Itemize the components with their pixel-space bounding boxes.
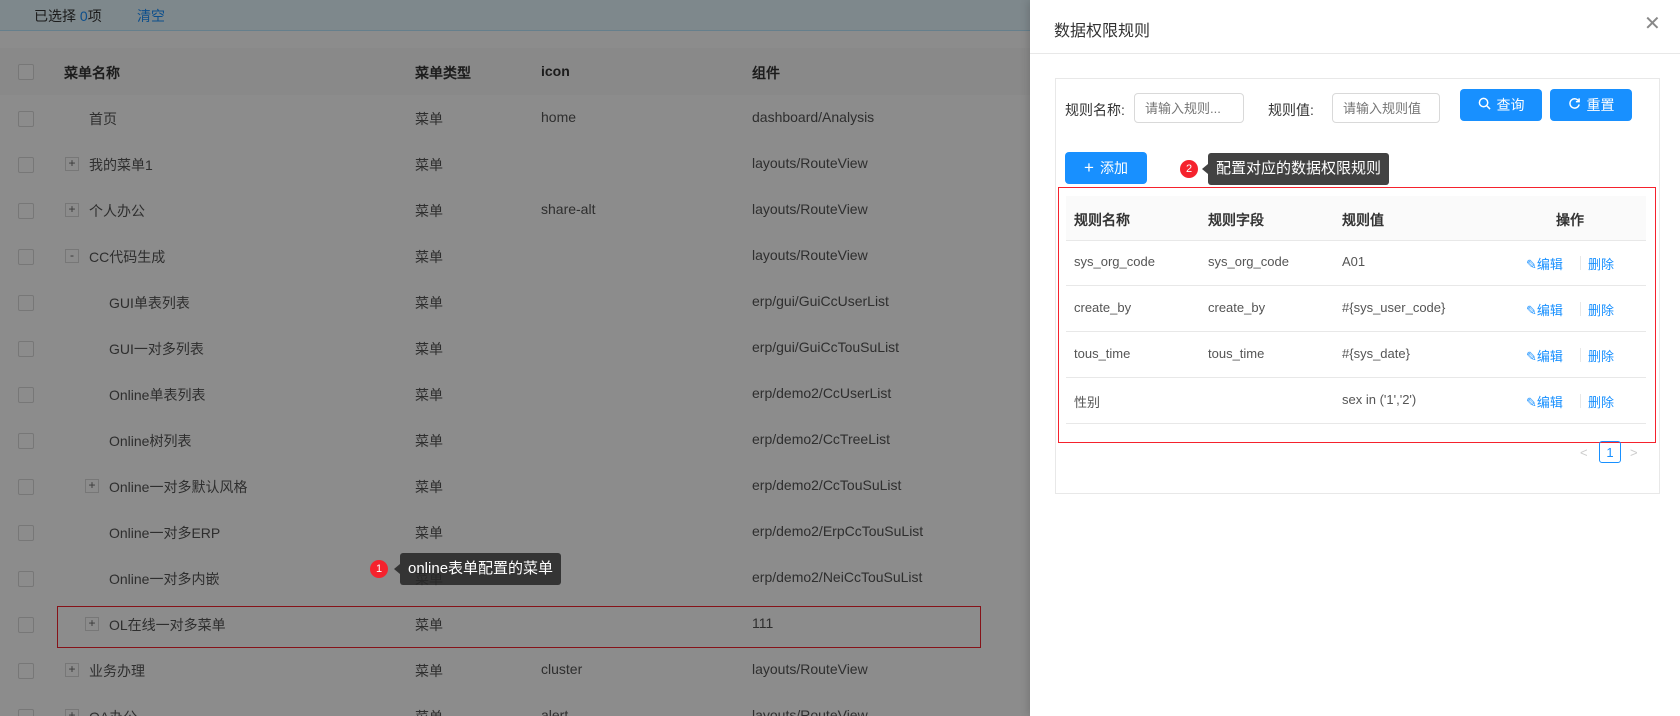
reset-button-label: 重置 xyxy=(1586,97,1615,113)
drawer-header: 数据权限规则 ✕ xyxy=(1030,0,1680,54)
callout-1-badge: 1 xyxy=(370,560,388,578)
add-rule-button-label: 添加 xyxy=(1099,160,1128,176)
close-icon[interactable]: ✕ xyxy=(1644,14,1661,34)
callout-2-badge: 2 xyxy=(1180,160,1198,178)
plus-icon: + xyxy=(1084,158,1094,177)
callout-2-tooltip: 配置对应的数据权限规则 xyxy=(1201,153,1390,185)
search-icon xyxy=(1478,89,1491,121)
reset-button[interactable]: 重置 xyxy=(1550,89,1632,121)
rule-value-input[interactable] xyxy=(1332,93,1440,123)
rule-name-label: 规则名称: xyxy=(1065,102,1125,118)
rule-name-input[interactable] xyxy=(1134,93,1244,123)
pagination-page-1[interactable]: 1 xyxy=(1599,441,1621,463)
callout-1-tooltip: online表单配置的菜单 xyxy=(393,553,562,585)
pagination-prev[interactable]: < xyxy=(1580,445,1588,460)
query-button-label: 查询 xyxy=(1496,97,1525,113)
query-button[interactable]: 查询 xyxy=(1460,89,1542,121)
rule-value-label: 规则值: xyxy=(1268,102,1314,118)
highlight-box-rule-table xyxy=(1058,187,1656,443)
add-rule-button[interactable]: + 添加 xyxy=(1065,152,1147,184)
pagination-next[interactable]: > xyxy=(1630,445,1638,460)
drawer-mask[interactable] xyxy=(0,0,1030,716)
reload-icon xyxy=(1568,89,1581,121)
drawer-title: 数据权限规则 xyxy=(1054,23,1151,40)
menu-management-page: 已选择 0项 清空 菜单名称 菜单类型 icon 组件 首页 菜单 home dash… xyxy=(0,0,1030,716)
